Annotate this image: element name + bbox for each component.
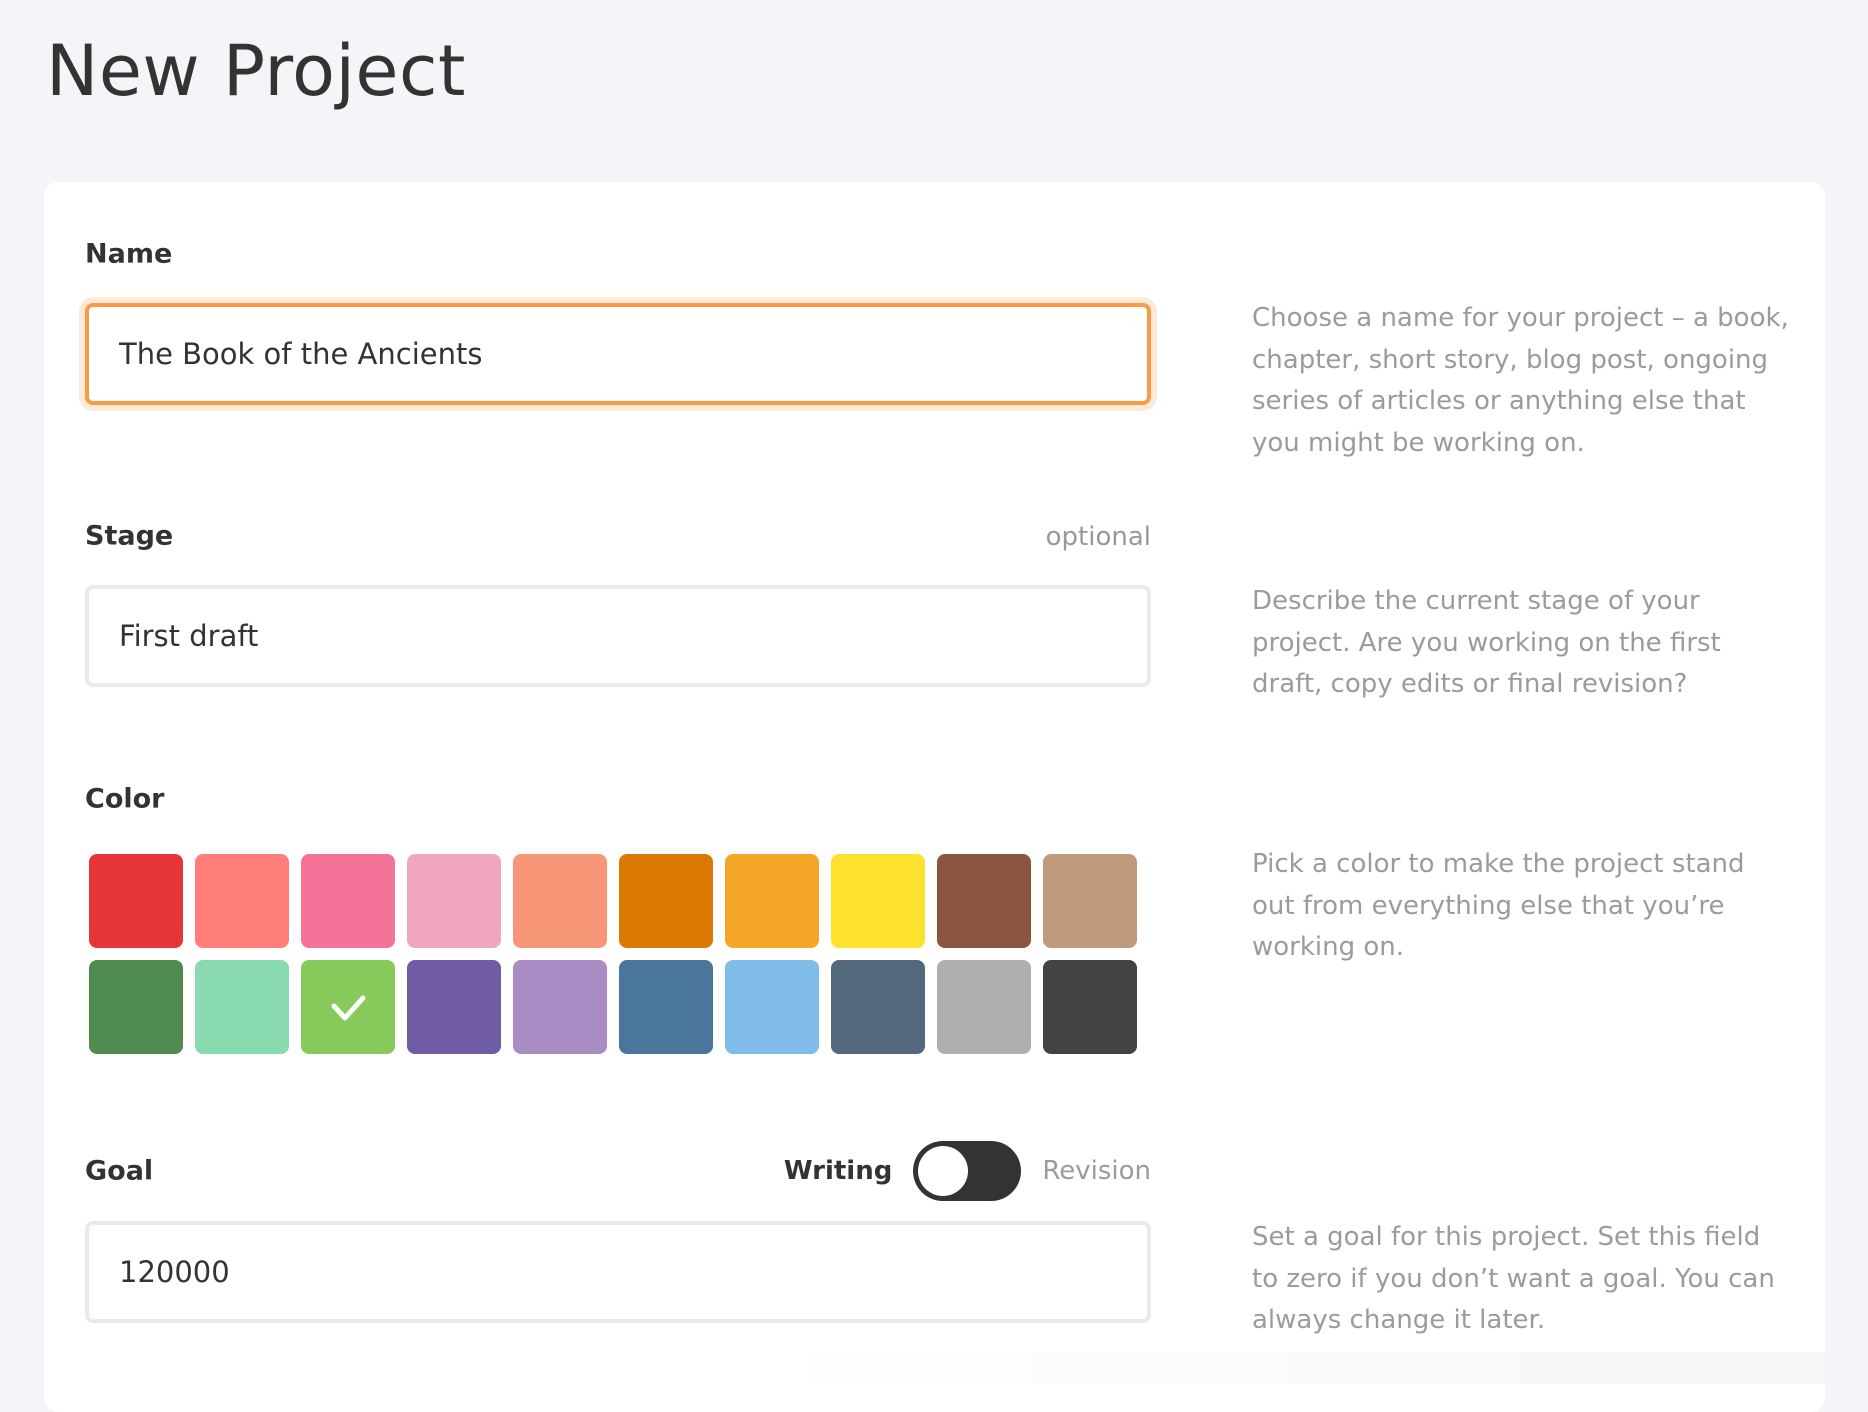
color-swatch-red[interactable]: [89, 854, 183, 948]
color-swatch-light-pink[interactable]: [407, 854, 501, 948]
color-swatch-pink[interactable]: [301, 854, 395, 948]
color-swatch-gray[interactable]: [937, 960, 1031, 1054]
color-swatch-purple[interactable]: [407, 960, 501, 1054]
goal-mode-toggle-group: Writing Revision: [784, 1141, 1151, 1201]
goal-label: Goal: [85, 1155, 154, 1187]
color-swatch-lime[interactable]: [301, 960, 395, 1054]
color-swatch-dark-orange[interactable]: [619, 854, 713, 948]
color-swatch-peach[interactable]: [513, 854, 607, 948]
color-swatch-steel-blue[interactable]: [619, 960, 713, 1054]
stage-optional-label: optional: [1045, 522, 1151, 552]
stage-field[interactable]: [85, 585, 1151, 687]
checkmark-icon: [331, 995, 366, 1021]
color-swatch-green[interactable]: [89, 960, 183, 1054]
toggle-label-writing[interactable]: Writing: [784, 1156, 892, 1186]
color-swatch-orange[interactable]: [725, 854, 819, 948]
name-input[interactable]: [119, 337, 1147, 371]
color-help-text: Pick a color to make the project stand o…: [1252, 849, 1745, 962]
color-swatch-lavender[interactable]: [513, 960, 607, 1054]
name-help-text: Choose a name for your project – a book,…: [1252, 303, 1789, 458]
color-swatch-charcoal[interactable]: [1043, 960, 1137, 1054]
color-swatch-slate[interactable]: [831, 960, 925, 1054]
goal-input[interactable]: [119, 1255, 1147, 1289]
name-label: Name: [85, 238, 173, 270]
goal-mode-toggle[interactable]: [913, 1141, 1022, 1201]
name-field[interactable]: [85, 303, 1151, 405]
toggle-label-revision[interactable]: Revision: [1042, 1156, 1151, 1186]
goal-field[interactable]: [85, 1221, 1151, 1323]
stage-input[interactable]: [119, 619, 1147, 653]
stage-label: Stage: [85, 520, 174, 552]
page-title: New Project: [46, 30, 466, 112]
stage-help-text: Describe the current stage of your proje…: [1252, 586, 1721, 699]
color-swatch-salmon[interactable]: [195, 854, 289, 948]
scroll-fade: [760, 1352, 1825, 1384]
color-swatch-grid: [89, 854, 1137, 1054]
goal-help-text: Set a goal for this project. Set this fi…: [1252, 1222, 1775, 1335]
color-swatch-brown[interactable]: [937, 854, 1031, 948]
color-swatch-sky-blue[interactable]: [725, 960, 819, 1054]
color-swatch-yellow[interactable]: [831, 854, 925, 948]
color-label: Color: [85, 783, 165, 815]
color-swatch-mint[interactable]: [195, 960, 289, 1054]
color-swatch-tan[interactable]: [1043, 854, 1137, 948]
toggle-knob: [918, 1146, 969, 1196]
